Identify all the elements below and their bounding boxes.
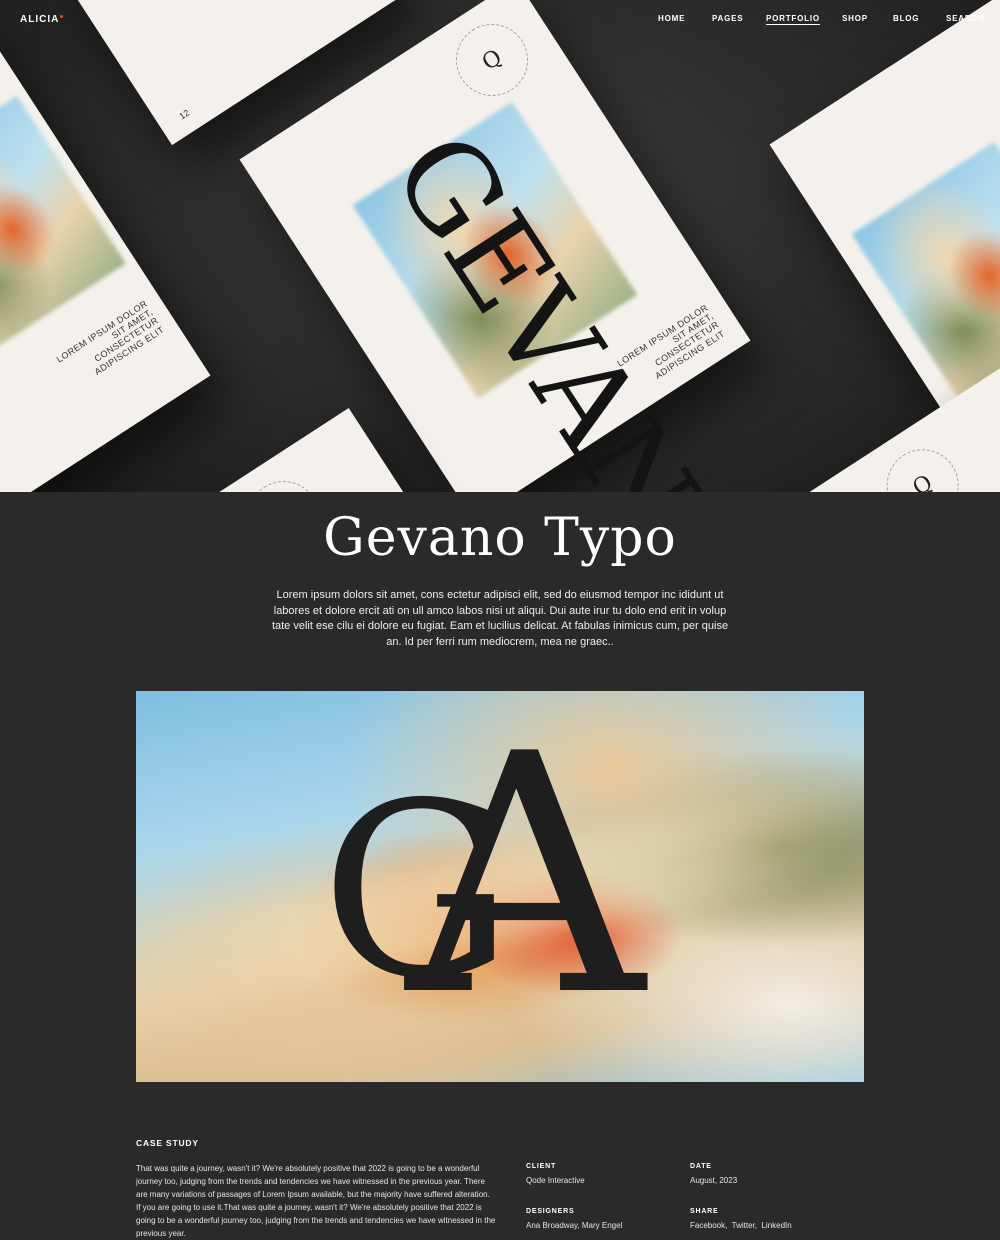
poster-main: GEVANO Q LOREM IPSUM DOLOR SIT AMET, CON… bbox=[239, 0, 776, 492]
nav-item-search[interactable]: SEARCH bbox=[946, 14, 985, 23]
logo-text: ALICIA bbox=[20, 14, 60, 25]
circle-seal-letter: Q bbox=[908, 469, 938, 492]
share-label: SHARE bbox=[690, 1208, 719, 1215]
nav-item-home[interactable]: HOME bbox=[658, 14, 685, 23]
client-value: Qode Interactive bbox=[526, 1176, 585, 1185]
top-navigation: ALICIA HOME PAGES PORTFOLIO SHOP BLOG SE… bbox=[0, 0, 1000, 38]
page-number: 12 bbox=[177, 107, 192, 122]
share-link-twitter[interactable]: Twitter bbox=[732, 1221, 755, 1230]
hero-banner: 12 LOREM IPSUM DOLOR SIT AMET, CONSECTET… bbox=[0, 0, 1000, 492]
nav-item-blog[interactable]: BLOG bbox=[893, 14, 919, 23]
poster-photo bbox=[851, 141, 1000, 403]
logo-dot-icon bbox=[60, 15, 64, 18]
designers-value: Ana Broadway, Mary Engel bbox=[526, 1221, 623, 1230]
share-link-facebook[interactable]: Facebook bbox=[690, 1221, 725, 1230]
site-logo[interactable]: ALICIA bbox=[20, 14, 64, 25]
nav-item-pages[interactable]: PAGES bbox=[712, 14, 743, 23]
nav-item-shop[interactable]: SHOP bbox=[842, 14, 868, 23]
monogram-letter-a: A bbox=[406, 691, 645, 1068]
poster-bottom-left: Q bbox=[164, 407, 436, 492]
share-links: Facebook, Twitter, LinkedIn bbox=[690, 1221, 792, 1230]
circle-seal: Q bbox=[872, 435, 973, 492]
designers-label: DESIGNERS bbox=[526, 1208, 575, 1215]
poster-caption: LOREM IPSUM DOLOR SIT AMET, CONSECTETUR … bbox=[54, 298, 166, 377]
circle-seal-letter: Q bbox=[477, 44, 507, 76]
nav-item-portfolio[interactable]: PORTFOLIO bbox=[766, 14, 820, 25]
feature-image: G A bbox=[136, 691, 864, 1082]
case-study-body: That was quite a journey, wasn't it? We'… bbox=[136, 1164, 496, 1238]
page-title: Gevano Typo bbox=[323, 508, 677, 568]
project-intro: Lorem ipsum dolors sit amet, cons ectetu… bbox=[271, 589, 729, 648]
poster-photo bbox=[0, 95, 126, 357]
date-value: August, 2023 bbox=[690, 1176, 738, 1185]
case-study-heading: CASE STUDY bbox=[136, 1138, 199, 1148]
share-link-linkedin[interactable]: LinkedIn bbox=[761, 1221, 791, 1230]
date-label: DATE bbox=[690, 1163, 712, 1170]
client-label: CLIENT bbox=[526, 1163, 557, 1170]
circle-seal: Q bbox=[233, 467, 334, 492]
